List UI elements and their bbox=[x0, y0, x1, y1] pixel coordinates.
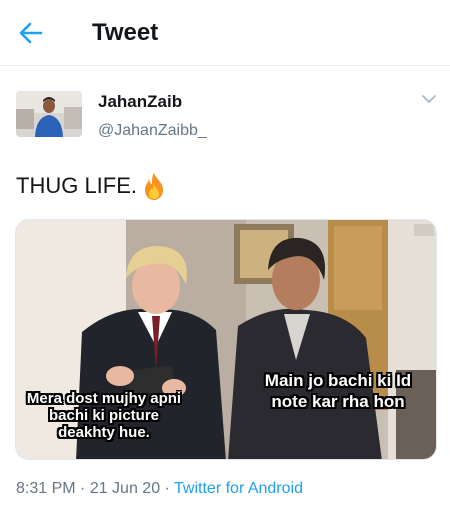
meme-caption-right: Main jo bachi ki Id note kar rha hon bbox=[264, 371, 412, 411]
back-button[interactable] bbox=[16, 18, 46, 48]
tweet-media-image[interactable]: Mera dost mujhy apni bachi ki picture de… bbox=[15, 219, 437, 460]
tweet-time: 8:31 PM bbox=[16, 480, 76, 497]
tweet-meta: 8:31 PM · 21 Jun 20 · Twitter for Androi… bbox=[16, 479, 303, 499]
avatar-photo bbox=[16, 91, 82, 137]
author-display-name[interactable]: JahanZaib bbox=[98, 92, 182, 112]
page-title: Tweet bbox=[92, 19, 159, 46]
tweet-source-link[interactable]: Twitter for Android bbox=[174, 480, 303, 497]
tweet-menu-button[interactable] bbox=[420, 92, 438, 106]
fire-icon bbox=[145, 173, 164, 200]
meta-separator: · bbox=[160, 480, 175, 497]
meta-separator: · bbox=[75, 480, 90, 497]
author-handle[interactable]: @JahanZaibb_ bbox=[98, 121, 207, 141]
tweet-text-content: THUG LIFE. bbox=[16, 173, 138, 198]
tweet-text: THUG LIFE. bbox=[16, 171, 167, 201]
avatar[interactable] bbox=[16, 91, 82, 137]
chevron-down-icon bbox=[422, 95, 436, 103]
arrow-left-icon bbox=[19, 22, 43, 44]
tweet-date: 21 Jun 20 bbox=[89, 480, 161, 497]
top-bar: Tweet bbox=[0, 0, 450, 66]
meme-caption-left: Mera dost mujhy apni bachi ki picture de… bbox=[26, 390, 182, 441]
